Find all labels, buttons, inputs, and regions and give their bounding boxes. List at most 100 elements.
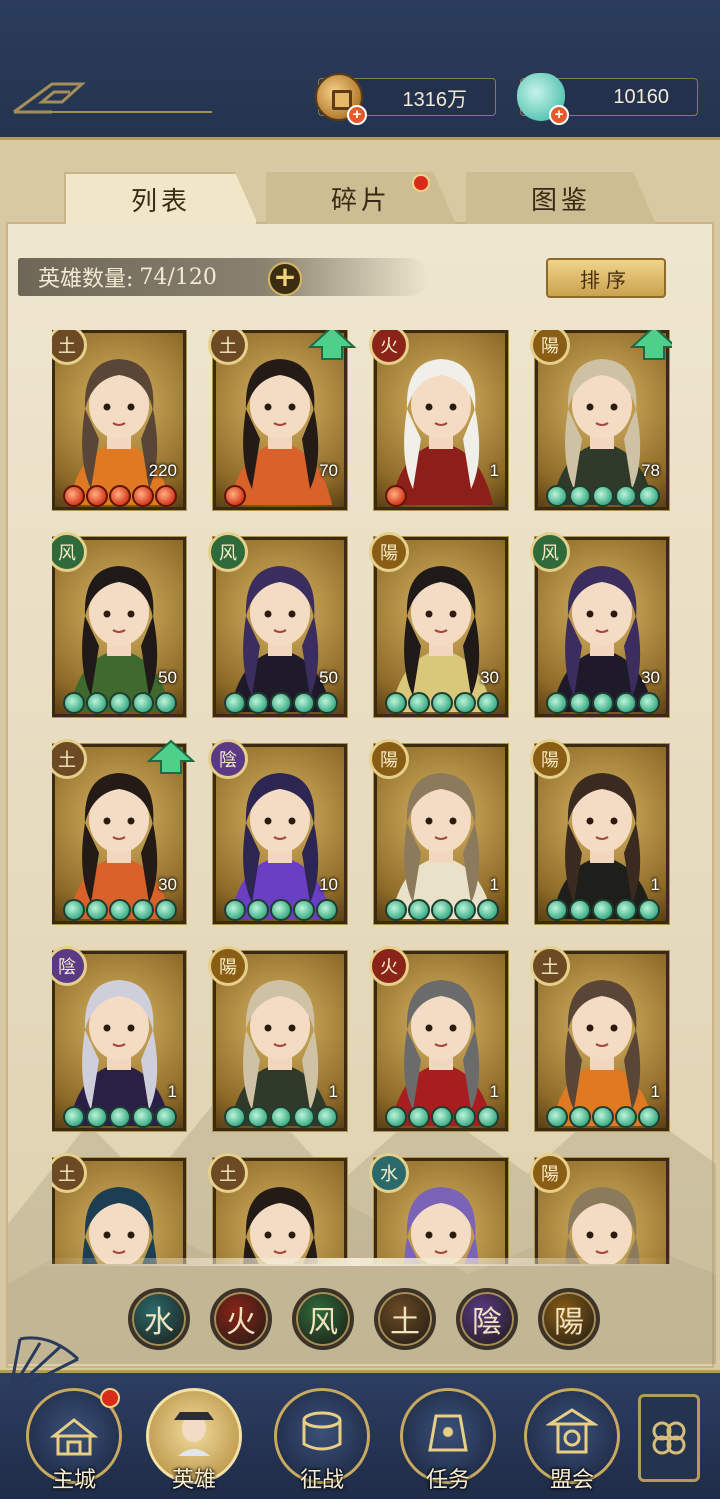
star-icon bbox=[431, 692, 453, 714]
filter-yin-button[interactable]: 陰 bbox=[456, 1288, 518, 1350]
tab-codex[interactable]: 图鉴 bbox=[466, 172, 656, 224]
coin-counter[interactable]: + 1316万 bbox=[315, 73, 496, 125]
top-bar: + 1316万 + 10160 bbox=[0, 0, 720, 140]
star-icon bbox=[408, 1106, 430, 1128]
filter-wind-button[interactable]: 风 bbox=[292, 1288, 354, 1350]
filter-fire-button[interactable]: 火 bbox=[210, 1288, 272, 1350]
star-icon bbox=[132, 485, 154, 507]
star-icon bbox=[569, 899, 591, 921]
hero-stars bbox=[546, 1106, 660, 1128]
hero-card[interactable]: 陽 1 bbox=[369, 739, 509, 925]
star-icon bbox=[454, 899, 476, 921]
star-icon bbox=[86, 692, 108, 714]
more-menu-button[interactable] bbox=[638, 1394, 700, 1482]
star-icon bbox=[592, 899, 614, 921]
hero-stars bbox=[546, 485, 660, 507]
element-filter-row: 水火风土陰陽 bbox=[128, 1288, 600, 1350]
hero-stars bbox=[546, 899, 660, 921]
nav-war-drum[interactable]: 征战 bbox=[274, 1384, 370, 1494]
hero-card[interactable]: 土 bbox=[52, 1153, 187, 1264]
hero-level: 30 bbox=[158, 875, 177, 894]
hero-stars bbox=[63, 1106, 177, 1128]
hero-stars bbox=[224, 692, 338, 714]
tab-list[interactable]: 列表 bbox=[64, 172, 258, 224]
element-wind-icon: 风 bbox=[208, 532, 248, 572]
star-icon bbox=[63, 692, 85, 714]
star-icon bbox=[224, 899, 246, 921]
nav-palace[interactable]: 主城 bbox=[26, 1384, 122, 1494]
star-icon bbox=[132, 692, 154, 714]
star-icon bbox=[132, 1106, 154, 1128]
hero-card[interactable]: 陰 10 bbox=[208, 739, 348, 925]
hero-level: 1 bbox=[489, 461, 499, 480]
hero-card[interactable]: 火 1 bbox=[369, 946, 509, 1132]
notification-dot bbox=[100, 1388, 120, 1408]
nav-label: 任务 bbox=[425, 1468, 470, 1493]
filter-earth-button[interactable]: 土 bbox=[374, 1288, 436, 1350]
hero-level: 10 bbox=[319, 875, 338, 894]
element-water-icon: 水 bbox=[369, 1153, 409, 1193]
hero-card[interactable]: 土 bbox=[208, 1153, 348, 1264]
war-drum-icon bbox=[302, 1411, 342, 1451]
add-hero-slots-button[interactable]: + bbox=[268, 262, 302, 296]
element-yang-icon: 陽 bbox=[530, 1153, 570, 1193]
nav-hero-portrait[interactable]: 英雄 bbox=[146, 1384, 242, 1494]
quest-bell-icon bbox=[428, 1414, 468, 1452]
hero-count: 英雄数量: 74/120 bbox=[18, 258, 428, 296]
star-icon bbox=[247, 899, 269, 921]
star-icon bbox=[224, 485, 246, 507]
star-icon bbox=[109, 485, 131, 507]
nav-label: 盟会 bbox=[549, 1468, 594, 1493]
hero-level: 1 bbox=[650, 1082, 660, 1101]
add-jade-icon[interactable]: + bbox=[549, 105, 569, 125]
element-yang-icon: 陽 bbox=[369, 532, 409, 572]
hero-stars bbox=[385, 692, 499, 714]
notification-dot bbox=[412, 174, 430, 192]
star-icon bbox=[63, 899, 85, 921]
hero-card[interactable]: 陽 30 bbox=[369, 532, 509, 718]
hero-level: 50 bbox=[158, 668, 177, 687]
jade-amount: 10160 bbox=[613, 85, 669, 108]
element-earth-icon: 土 bbox=[208, 1153, 248, 1193]
hero-card[interactable]: 土 1 bbox=[530, 946, 670, 1132]
nav-quest-bell[interactable]: 任务 bbox=[400, 1384, 496, 1494]
hero-card[interactable]: 风 50 bbox=[52, 532, 187, 718]
hero-card[interactable]: 土 220 bbox=[52, 330, 187, 511]
add-coins-icon[interactable]: + bbox=[347, 105, 367, 125]
star-icon bbox=[592, 485, 614, 507]
sort-button[interactable]: 排序 bbox=[546, 258, 666, 298]
filter-yang-button[interactable]: 陽 bbox=[538, 1288, 600, 1350]
upgrade-arrow-icon bbox=[308, 330, 356, 360]
hero-card[interactable]: 陽 1 bbox=[530, 739, 670, 925]
nav-pavilion[interactable]: 盟会 bbox=[524, 1384, 620, 1494]
star-icon bbox=[408, 899, 430, 921]
hero-card[interactable]: 陰 1 bbox=[52, 946, 187, 1132]
hero-card[interactable]: 陽 bbox=[530, 1153, 670, 1264]
hero-card[interactable]: 风 50 bbox=[208, 532, 348, 718]
star-icon bbox=[293, 692, 315, 714]
hero-level: 1 bbox=[489, 875, 499, 894]
filter-water-button[interactable]: 水 bbox=[128, 1288, 190, 1350]
hero-level: 70 bbox=[319, 461, 338, 480]
hero-card[interactable]: 风 30 bbox=[530, 532, 670, 718]
hero-card[interactable]: 水 bbox=[369, 1153, 509, 1264]
star-icon bbox=[569, 1106, 591, 1128]
star-icon bbox=[293, 1106, 315, 1128]
hero-card[interactable]: 土 30 bbox=[52, 739, 195, 925]
hero-stars bbox=[63, 692, 177, 714]
nav-label: 征战 bbox=[299, 1468, 344, 1493]
star-icon bbox=[638, 692, 660, 714]
element-fire-icon: 火 bbox=[369, 946, 409, 986]
star-icon bbox=[270, 692, 292, 714]
hero-card[interactable]: 土 70 bbox=[208, 330, 356, 511]
element-yang-icon: 陽 bbox=[208, 946, 248, 986]
hero-card[interactable]: 火 1 bbox=[369, 330, 509, 511]
star-icon bbox=[316, 692, 338, 714]
star-icon bbox=[63, 485, 85, 507]
hero-card[interactable]: 陽 1 bbox=[208, 946, 348, 1132]
star-icon bbox=[569, 485, 591, 507]
jade-counter[interactable]: + 10160 bbox=[517, 73, 698, 125]
hero-card[interactable]: 陽 78 bbox=[530, 330, 672, 511]
star-icon bbox=[546, 1106, 568, 1128]
star-icon bbox=[247, 692, 269, 714]
